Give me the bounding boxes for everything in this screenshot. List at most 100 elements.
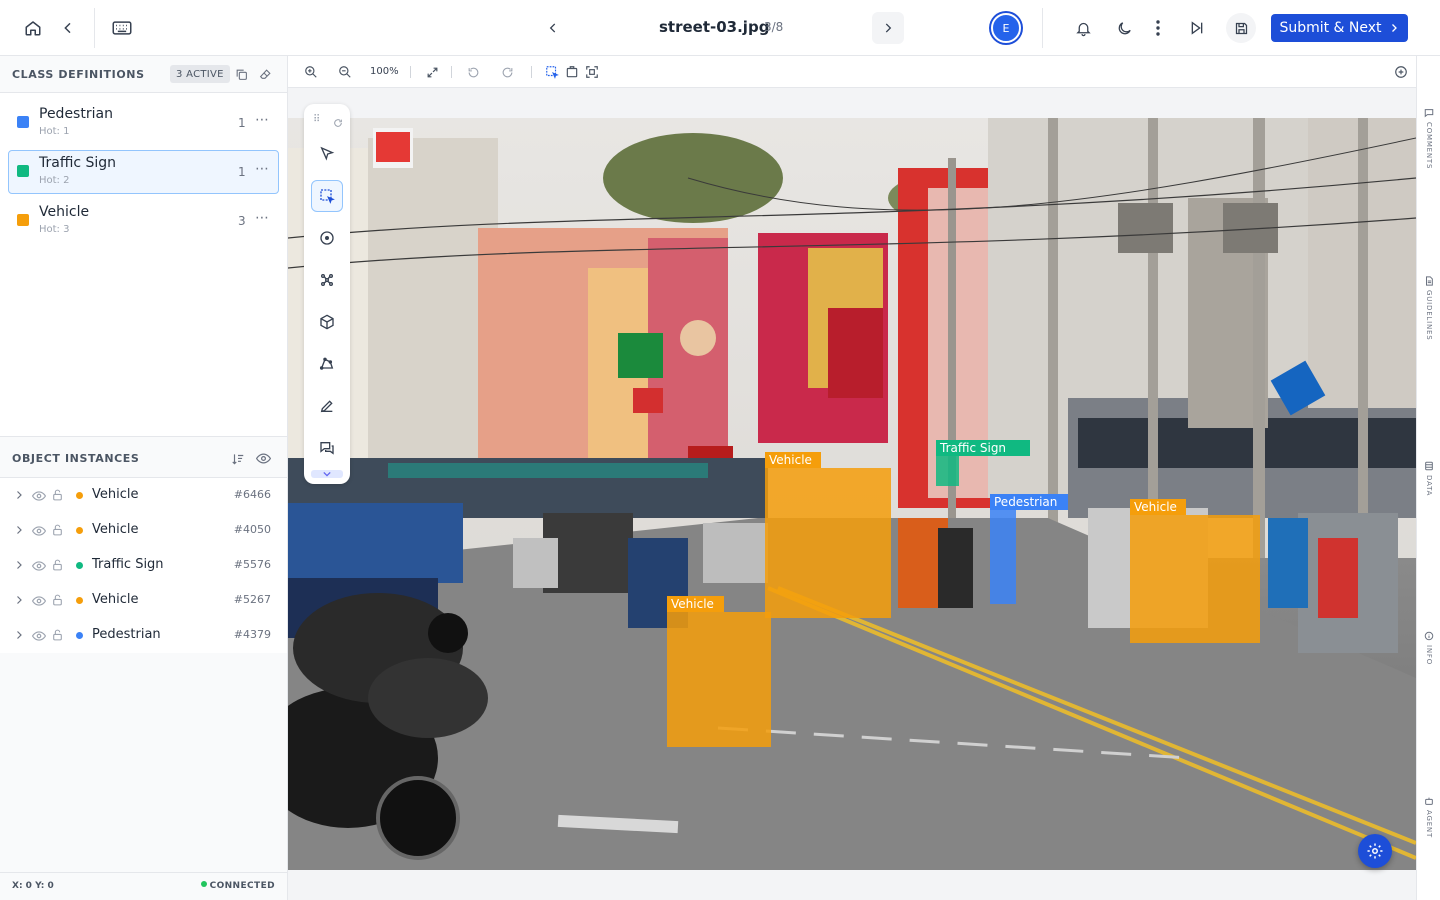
unlock-icon[interactable] bbox=[51, 593, 64, 607]
class-count: 3 bbox=[238, 214, 246, 228]
eye-icon[interactable] bbox=[32, 489, 46, 503]
bounding-box-tool[interactable] bbox=[311, 180, 343, 212]
bell-icon[interactable] bbox=[1072, 17, 1094, 39]
chevron-right-icon[interactable] bbox=[13, 489, 25, 501]
keypoint-tool[interactable] bbox=[311, 264, 343, 296]
instance-row[interactable]: Pedestrian #4379 bbox=[0, 618, 287, 653]
rail-tab-agent[interactable]: AGENT bbox=[1421, 796, 1437, 838]
unlock-icon[interactable] bbox=[51, 558, 64, 572]
unlock-icon[interactable] bbox=[51, 628, 64, 642]
prev-image-button[interactable] bbox=[542, 17, 564, 39]
undo-icon[interactable] bbox=[465, 64, 481, 80]
object-instances-title: OBJECT INSTANCES bbox=[12, 452, 140, 465]
back-icon[interactable] bbox=[57, 17, 79, 39]
instance-name: Traffic Sign bbox=[92, 557, 164, 572]
rail-tab-guidelines[interactable]: GUIDELINES bbox=[1421, 276, 1437, 341]
class-item-vehicle[interactable]: Vehicle Hot: 3 3 ⋯ bbox=[8, 199, 279, 243]
eye-icon[interactable] bbox=[32, 559, 46, 573]
zoom-level[interactable]: 100% bbox=[370, 66, 399, 77]
chevron-down-icon bbox=[323, 471, 331, 477]
instance-name: Vehicle bbox=[92, 592, 139, 607]
sort-icon[interactable] bbox=[230, 451, 245, 466]
palette-expand-button[interactable] bbox=[311, 470, 343, 478]
street-photo[interactable]: Vehicle Traffic Sign Pedestrian Vehicle … bbox=[288, 118, 1416, 870]
settings-button[interactable] bbox=[1358, 834, 1392, 868]
canvas-area[interactable]: Vehicle Traffic Sign Pedestrian Vehicle … bbox=[288, 88, 1416, 900]
eye-icon[interactable] bbox=[32, 594, 46, 608]
rail-tab-label: INFO bbox=[1425, 645, 1433, 666]
polygon-tool[interactable] bbox=[311, 348, 343, 380]
submit-next-button[interactable]: Submit & Next bbox=[1271, 14, 1408, 42]
copy-icon[interactable] bbox=[234, 67, 248, 81]
point-tool[interactable] bbox=[311, 222, 343, 254]
class-item-traffic-sign[interactable]: Traffic Sign Hot: 2 1 ⋯ bbox=[8, 150, 279, 194]
chevron-right-icon[interactable] bbox=[13, 629, 25, 641]
point-icon bbox=[320, 231, 334, 245]
rail-tab-data[interactable]: DATA bbox=[1421, 461, 1437, 496]
chevron-right-icon bbox=[1391, 24, 1397, 32]
brush-tool[interactable] bbox=[311, 390, 343, 422]
rail-tab-info[interactable]: INFO bbox=[1421, 631, 1437, 665]
bbox-vehicle[interactable]: Vehicle bbox=[1130, 499, 1260, 643]
skip-forward-icon[interactable] bbox=[1186, 17, 1208, 39]
comment-tool[interactable] bbox=[311, 432, 343, 464]
fit-screen-icon[interactable] bbox=[424, 64, 440, 80]
add-comment-icon[interactable] bbox=[1393, 64, 1409, 80]
more-horizontal-icon[interactable]: ⋯ bbox=[255, 112, 270, 128]
instance-id: #5576 bbox=[233, 558, 271, 571]
comments-icon bbox=[320, 442, 334, 455]
redo-icon[interactable] bbox=[499, 64, 515, 80]
canvas-toolbar: 100% bbox=[288, 56, 1416, 88]
class-hotkey: Hot: 3 bbox=[39, 224, 70, 235]
scan-icon[interactable] bbox=[584, 64, 600, 80]
submit-next-label: Submit & Next bbox=[1279, 20, 1382, 36]
more-horizontal-icon[interactable]: ⋯ bbox=[255, 161, 270, 177]
home-icon[interactable] bbox=[22, 17, 44, 39]
gear-icon bbox=[1367, 843, 1383, 859]
instance-row[interactable]: Vehicle #6466 bbox=[0, 478, 287, 513]
select-tool[interactable] bbox=[311, 138, 343, 170]
eraser-icon[interactable] bbox=[258, 67, 272, 81]
crop-icon[interactable] bbox=[564, 64, 580, 80]
class-dot bbox=[76, 597, 83, 604]
moon-icon[interactable] bbox=[1113, 17, 1135, 39]
unlock-icon[interactable] bbox=[51, 488, 64, 502]
keyboard-icon[interactable] bbox=[110, 17, 134, 39]
bbox-traffic-sign[interactable]: Traffic Sign bbox=[936, 440, 1030, 486]
cuboid-tool[interactable] bbox=[311, 306, 343, 338]
class-item-pedestrian[interactable]: Pedestrian Hot: 1 1 ⋯ bbox=[8, 101, 279, 145]
more-horizontal-icon[interactable]: ⋯ bbox=[255, 210, 270, 226]
eye-icon[interactable] bbox=[32, 524, 46, 538]
bbox-vehicle[interactable]: Vehicle bbox=[765, 452, 891, 618]
bbox-pedestrian[interactable]: Pedestrian bbox=[990, 494, 1068, 604]
divider bbox=[1042, 8, 1043, 48]
next-image-button[interactable] bbox=[872, 12, 904, 44]
skeleton-icon bbox=[321, 274, 333, 286]
tool-palette: ⠿ bbox=[304, 104, 350, 484]
rail-tab-label: GUIDELINES bbox=[1425, 290, 1433, 341]
document-icon bbox=[1426, 276, 1433, 286]
instance-name: Vehicle bbox=[92, 487, 139, 502]
eye-icon[interactable] bbox=[256, 451, 271, 466]
rail-tab-comments[interactable]: COMMENTS bbox=[1421, 108, 1437, 169]
class-dot bbox=[76, 527, 83, 534]
class-dot bbox=[76, 632, 83, 639]
save-button[interactable] bbox=[1226, 13, 1256, 43]
more-vertical-icon[interactable] bbox=[1148, 17, 1168, 39]
zoom-out-icon[interactable] bbox=[337, 64, 353, 80]
refresh-icon[interactable] bbox=[333, 113, 343, 132]
eye-icon[interactable] bbox=[32, 629, 46, 643]
zoom-in-icon[interactable] bbox=[303, 64, 319, 80]
bbox-vehicle[interactable]: Vehicle bbox=[667, 596, 771, 747]
chevron-right-icon[interactable] bbox=[13, 559, 25, 571]
avatar[interactable]: E bbox=[991, 13, 1021, 43]
instance-row[interactable]: Traffic Sign #5576 bbox=[0, 548, 287, 583]
drag-handle-icon[interactable]: ⠿ bbox=[313, 114, 320, 125]
instance-row[interactable]: Vehicle #4050 bbox=[0, 513, 287, 548]
chevron-right-icon[interactable] bbox=[13, 524, 25, 536]
unlock-icon[interactable] bbox=[51, 523, 64, 537]
class-color-swatch bbox=[17, 214, 29, 226]
chevron-right-icon[interactable] bbox=[13, 594, 25, 606]
select-box-icon[interactable] bbox=[544, 64, 560, 80]
instance-row[interactable]: Vehicle #5267 bbox=[0, 583, 287, 618]
